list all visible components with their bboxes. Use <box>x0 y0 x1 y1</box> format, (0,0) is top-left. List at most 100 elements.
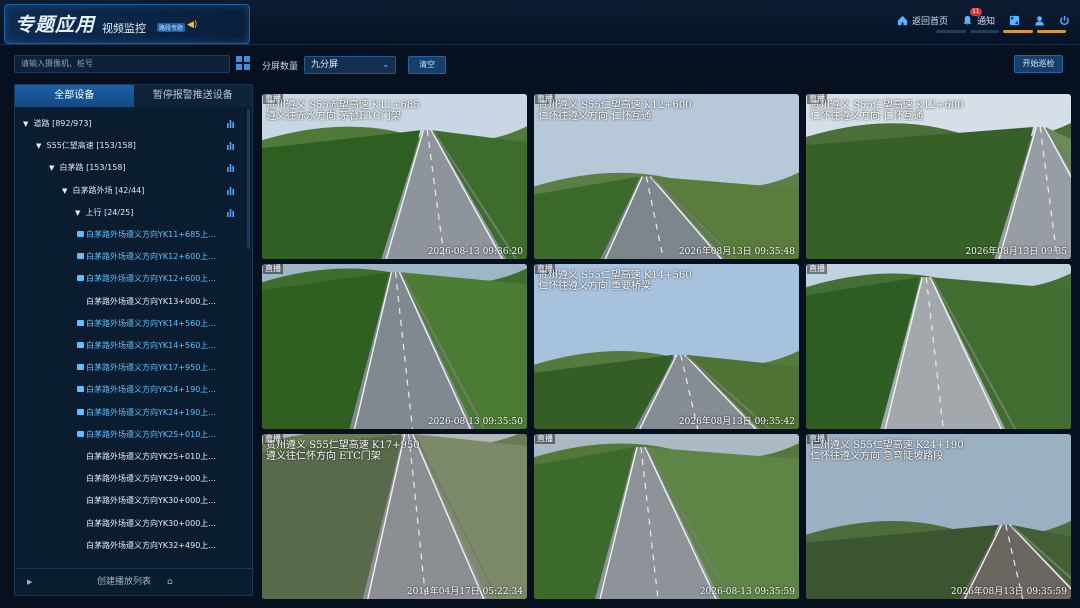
clear-button[interactable]: 清空 <box>408 56 447 74</box>
device-panel: 请输入摄像机、桩号 全部设备 暂停报警推送设备 ▼ 道路 [892/973] ▼ … <box>8 50 253 598</box>
live-label: 直播 <box>807 264 827 274</box>
power-button[interactable] <box>1059 15 1070 26</box>
stats-icon[interactable] <box>227 208 234 217</box>
playlist-icon: ⌂ <box>167 577 173 587</box>
tree-camera-item[interactable]: 白茅路外场遵义方向YK12+600上... <box>77 269 216 289</box>
speaker-icon[interactable]: ◀) <box>187 20 197 30</box>
stats-icon[interactable] <box>227 142 234 151</box>
video-timestamp: 2026年08月13日 09:35 <box>965 247 1067 257</box>
video-tile[interactable]: 直播 贵州遵义 S55赤望高速 K11+685 遵义往赤水方向 茅台ETC门架 20… <box>262 94 527 259</box>
tree-group-item[interactable]: ▼ S55仁望高速 [153/158] <box>36 136 234 156</box>
tree-item-label: 道路 [892/973] <box>33 119 92 128</box>
caret-down-icon: ▼ <box>62 186 68 195</box>
tree-camera-item[interactable]: 白茅路外场遵义方向YK24+190上... <box>77 380 216 400</box>
tree-item-label: 白茅路外场遵义方向YK12+600上... <box>86 252 216 262</box>
tab-paused-alarm-devices[interactable]: 暂停报警推送设备 <box>133 85 252 107</box>
create-playlist-button[interactable]: ▶ 创建播放列表 ⌂ <box>15 568 252 595</box>
tree-camera-item[interactable]: 白茅路外场遵义方向YK14+560上... <box>77 336 216 356</box>
tree-camera-item[interactable]: 白茅路外场遵义方向YK30+000上... <box>77 514 216 534</box>
home-link[interactable]: 返回首页 <box>897 14 948 27</box>
tree-camera-item[interactable]: 白茅路外场遵义方向YK32+490上... <box>77 536 216 556</box>
tree-item-label: 白茅路外场遵义方向YK17+950上... <box>86 363 216 373</box>
video-tile[interactable]: 直播 贵州遵义 S55仁望高速 K14+560 仁怀往遵义方向 重要桥梁 2026年… <box>534 264 799 429</box>
search-input[interactable]: 请输入摄像机、桩号 <box>14 55 230 73</box>
chevron-down-icon: ⌄ <box>382 60 390 69</box>
brand-panel: 专题应用 视频监控 路段专题 ◀) <box>4 4 250 44</box>
video-tile[interactable]: 直播 2026-08-13 09:35:59 <box>534 434 799 599</box>
tree-group-item[interactable]: ▼ 道路 [892/973] <box>23 114 234 134</box>
tree-item-label: 白茅路外场遵义方向YK24+190上... <box>86 407 216 417</box>
tree-group-item[interactable]: ▼ 上行 [24/25] <box>75 203 234 223</box>
module-title[interactable]: 视频监控 <box>102 20 146 36</box>
video-timestamp: 2026年08月13日 09:35:48 <box>678 247 795 257</box>
video-timestamp: 2026-08-13 09:35:59 <box>699 587 795 597</box>
tree-item-label: 白茅路外场遵义方向YK11+685上... <box>86 230 216 239</box>
fullscreen-icon <box>1009 15 1020 25</box>
tree-camera-item[interactable]: 白茅路外场遵义方向YK17+950上... <box>77 358 216 378</box>
tree-group-item[interactable]: ▼ 白茅路外场 [42/44] <box>62 181 234 201</box>
video-tile[interactable]: 直播 贵州遵义 S55仁望高速 K12+600 仁怀往遵义方向 仁怀互通 2026年… <box>534 94 799 259</box>
live-label: 直播 <box>263 264 283 274</box>
video-tile[interactable]: 直播 仁州遵义 S55仁望高速 K24+190 仁怀往遵义方向 急弯陡坡路段 202… <box>806 434 1071 599</box>
tree-camera-item[interactable]: 白茅路外场遵义方向YK13+000上... <box>77 292 216 312</box>
camera-icon <box>77 342 84 348</box>
tree-camera-item[interactable]: 白茅路外场遵义方向YK29+000上... <box>77 469 216 489</box>
top-bar: 专题应用 视频监控 路段专题 ◀) 返回首页 11 通知 <box>0 0 1080 45</box>
video-timestamp: 2026-08-13 09:35:50 <box>427 417 523 427</box>
notice-link[interactable]: 11 通知 <box>962 7 995 27</box>
tree-scrollbar[interactable] <box>247 109 250 249</box>
camera-osd-text: 贵州遵义 S55赤望高速 K11+685 遵义往赤水方向 茅台ETC门架 <box>266 100 420 122</box>
video-timestamp: 2026年08月13日 09:35:59 <box>950 587 1067 597</box>
app-title: 专题应用 <box>15 14 96 36</box>
stats-icon[interactable] <box>227 186 234 195</box>
video-tile[interactable]: 直播 <box>806 264 1071 429</box>
split-select[interactable]: 九分屏 ⌄ <box>304 56 397 74</box>
video-tile[interactable]: 直播 贵州遵义 S55仁望高速 K12+600 仁怀往遵义方向 仁怀互通 2026年… <box>806 94 1071 259</box>
live-label: 直播 <box>535 434 555 444</box>
tree-item-label: 白茅路外场遵义方向YK29+000上... <box>86 474 216 484</box>
camera-osd-text: 贵州遵义 S55仁望高速 K12+600 仁怀往遵义方向 仁怀互通 <box>810 100 964 122</box>
tree-item-label: 白茅路 [153/158] <box>59 163 126 173</box>
tree-item-label: 白茅路外场遵义方向YK14+560上... <box>86 318 216 328</box>
caret-down-icon: ▼ <box>49 164 55 173</box>
tree-camera-item[interactable]: 白茅路外场遵义方向YK14+560上... <box>77 314 216 334</box>
notice-badge: 11 <box>969 7 982 16</box>
caret-down-icon: ▼ <box>36 142 42 151</box>
tree-camera-item[interactable]: 白茅路外场遵义方向YK24+190上... <box>77 403 216 423</box>
device-tabs: 全部设备 暂停报警推送设备 <box>15 85 252 107</box>
stats-icon[interactable] <box>227 120 234 128</box>
tree-item-label: 白茅路外场遵义方向YK25+010上... <box>86 429 216 439</box>
video-tile[interactable]: 直播 2026-08-13 09:35:50 <box>262 264 527 429</box>
tree-camera-item[interactable]: 白茅路外场遵义方向YK30+000上... <box>77 491 216 511</box>
camera-icon <box>77 386 84 393</box>
video-frame <box>806 264 1071 429</box>
fullscreen-button[interactable] <box>1009 15 1020 26</box>
camera-icon <box>77 364 84 371</box>
expand-caret-icon: ▶ <box>27 578 33 586</box>
tree-group-item[interactable]: ▼ 白茅路 [153/158] <box>49 158 234 178</box>
tree-camera-item[interactable]: 白茅路外场遵义方向YK12+600上... <box>77 247 216 267</box>
camera-icon <box>77 275 84 282</box>
grid-view-icon[interactable] <box>236 56 250 70</box>
caret-down-icon: ▼ <box>23 120 29 128</box>
tree-camera-item[interactable]: 白茅路外场遵义方向YK25+010上... <box>77 447 216 467</box>
tree-item-label: 白茅路外场遵义方向YK24+190上... <box>86 385 216 395</box>
tree-item-label: 白茅路外场遵义方向YK30+000上... <box>86 518 216 528</box>
tree-item-label: 白茅路外场遵义方向YK12+600上... <box>86 274 216 284</box>
split-value: 九分屏 <box>311 60 339 70</box>
camera-osd-text: 贵州遵义 S55仁望高速 K12+600 仁怀往遵义方向 仁怀互通 <box>538 100 692 122</box>
stats-icon[interactable] <box>227 164 234 173</box>
camera-icon <box>77 408 84 415</box>
video-tile[interactable]: 直播 贵州遵义 S55仁望高速 K17+950 遵义往仁怀方向 ETC门架 2014… <box>262 434 527 599</box>
tree-item-label: 白茅路外场 [42/44] <box>72 185 145 195</box>
tree-camera-item[interactable]: 白茅路外场遵义方向YK25+010上... <box>77 425 216 445</box>
video-timestamp: 2014年04月17日 05:22:34 <box>406 587 523 597</box>
top-nav: 返回首页 11 通知 <box>897 7 1070 30</box>
tree-item-label: 白茅路外场遵义方向YK30+000上... <box>86 496 216 506</box>
tab-all-devices[interactable]: 全部设备 <box>15 85 134 107</box>
user-button[interactable] <box>1034 15 1045 26</box>
start-patrol-button[interactable]: 开始巡检 <box>1014 55 1063 73</box>
camera-icon <box>77 430 84 437</box>
tree-camera-item[interactable]: 白茅路外场遵义方向YK11+685上... <box>77 225 216 245</box>
video-grid: 直播 贵州遵义 S55赤望高速 K11+685 遵义往赤水方向 茅台ETC门架 20… <box>262 84 1072 600</box>
